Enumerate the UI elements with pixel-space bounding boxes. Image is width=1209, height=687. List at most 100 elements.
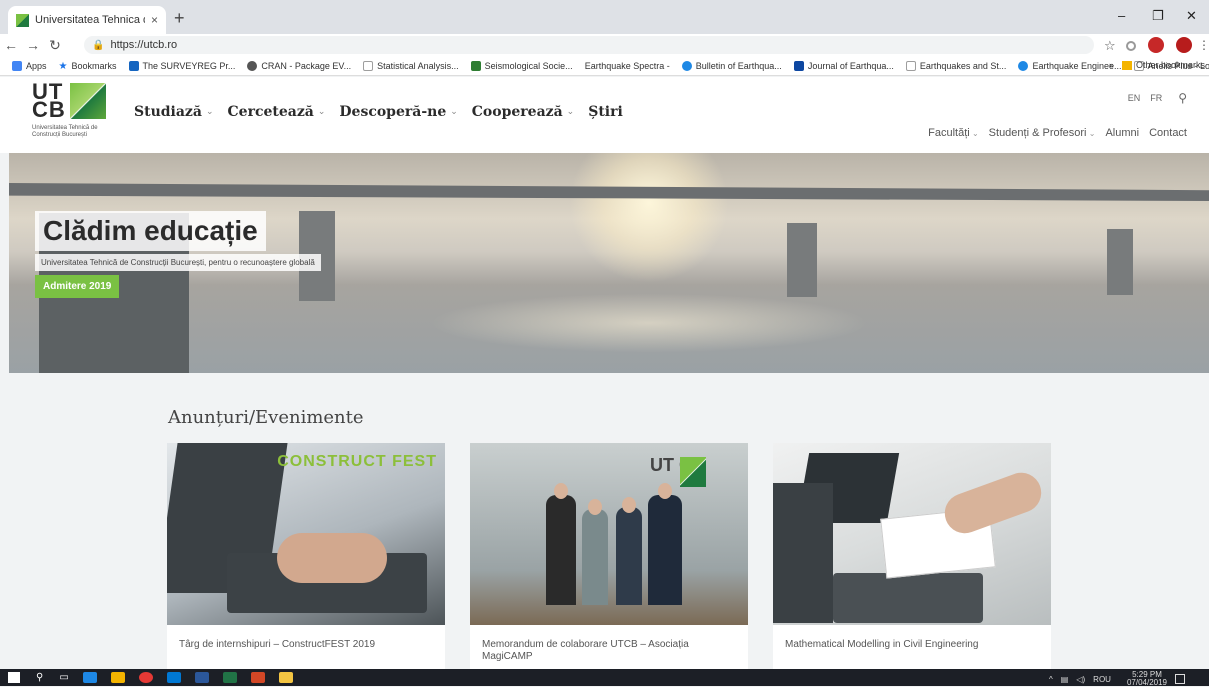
nav-cerceteaza[interactable]: Cercetează ⌄ (228, 104, 326, 120)
card-title[interactable]: Memorandum de colaborare UTCB – Asociați… (482, 639, 736, 663)
page-icon (905, 60, 916, 71)
apps-grid-icon (12, 60, 22, 71)
lock-icon: 🔒 (92, 39, 105, 51)
section-title: Anunțuri/Evenimente (168, 407, 364, 428)
bookmark-item[interactable]: Apps (12, 60, 47, 71)
announcement-card[interactable]: UT CB Memorandum de colaborare UTCB – As… (470, 443, 748, 669)
subnav-alumni[interactable]: Alumni (1105, 127, 1139, 139)
chevron-down-icon: ⌄ (317, 107, 326, 117)
card-title[interactable]: Târg de internshipuri – ConstructFEST 20… (179, 639, 433, 651)
announcement-card[interactable]: Mathematical Modelling in Civil Engineer… (773, 443, 1051, 669)
logo-subtitle: Universitatea Tehnică de Construcții Buc… (32, 125, 98, 138)
subnav-contact[interactable]: Contact (1149, 127, 1187, 139)
hero-banner: Clădim educație Universitatea Tehnică de… (9, 153, 1209, 373)
springer-favicon-icon (681, 60, 692, 71)
chevron-down-icon: ⌄ (566, 107, 575, 117)
browser-tab[interactable]: Universitatea Tehnica de Constru × (8, 6, 166, 34)
address-input[interactable]: 🔒 https://utcb.ro (84, 36, 1094, 54)
browser-menu-icon[interactable]: ⋮ (1198, 38, 1209, 54)
subnav-facultati[interactable]: Facultăți ⌄ (928, 127, 979, 139)
bookmark-item[interactable]: Earthquake Spectra - (585, 61, 670, 71)
chrome-icon[interactable] (138, 672, 153, 683)
outlook-icon[interactable] (166, 672, 181, 683)
close-tab-icon[interactable]: × (151, 13, 158, 27)
reload-icon[interactable]: ↻ (44, 37, 66, 54)
card-image: UT CB (470, 443, 748, 625)
edge-icon[interactable] (82, 672, 97, 683)
language-switcher: EN FR ⚲ (1118, 91, 1187, 105)
secondary-navigation: Facultăți ⌄ Studenți & Profesori ⌄ Alumn… (918, 127, 1187, 139)
card-title[interactable]: Mathematical Modelling in Civil Engineer… (785, 639, 1039, 651)
bookmark-item[interactable]: Journal of Earthqua... (793, 60, 894, 71)
announcement-card[interactable]: CONSTRUCT FEST Târg de internshipuri – C… (167, 443, 445, 669)
maximize-icon[interactable]: ❐ (1152, 8, 1164, 24)
water-reflection (429, 293, 869, 353)
logo-wordmark: UT CB (32, 79, 66, 122)
new-tab-button[interactable]: + (174, 8, 185, 29)
nav-studiaza[interactable]: Studiază ⌄ (134, 104, 214, 120)
lang-en[interactable]: EN (1128, 93, 1141, 103)
laptop-screen (773, 483, 833, 623)
input-language[interactable]: ROU (1093, 675, 1111, 684)
person (582, 509, 608, 605)
bookmark-item[interactable]: ★ Bookmarks (59, 61, 117, 72)
springer-favicon-icon (1018, 60, 1029, 71)
nav-stiri[interactable]: Știri (588, 104, 623, 120)
bookmarks-overflow[interactable]: » Other bookmarks (1109, 60, 1205, 70)
bookmark-item[interactable]: The SURVEYREG Pr... (128, 60, 235, 71)
lang-fr[interactable]: FR (1150, 93, 1162, 103)
search-icon[interactable]: ⚲ (36, 672, 43, 683)
card-image (773, 443, 1051, 625)
system-tray: ^ ▤ ◁) ROU 5:29 PM 07/04/2019 (1041, 671, 1185, 687)
subnav-studenti-profesori[interactable]: Studenți & Profesori ⌄ (989, 127, 1096, 139)
nav-coopereaza[interactable]: Cooperează ⌄ (472, 104, 574, 120)
bookmark-item[interactable]: Statistical Analysis... (363, 60, 459, 71)
search-icon[interactable]: ⚲ (1178, 91, 1187, 105)
bookmark-item[interactable]: Seismological Socie... (470, 60, 573, 71)
task-view-icon[interactable]: ▭ (59, 672, 68, 683)
back-arrow-icon[interactable]: ← (0, 37, 22, 53)
extension-red-icon[interactable] (1148, 37, 1164, 53)
surveyreg-favicon-icon (128, 60, 139, 71)
powerpoint-icon[interactable] (250, 672, 265, 683)
file-explorer-icon[interactable] (278, 672, 293, 683)
clock[interactable]: 5:29 PM 07/04/2019 (1119, 671, 1167, 687)
chevron-down-icon: ⌄ (450, 107, 458, 117)
person (616, 507, 642, 605)
person-head (554, 483, 568, 499)
utcb-logo[interactable]: UT CB Universitatea Tehnică de Construcți… (32, 79, 112, 143)
windows-start-icon[interactable] (8, 672, 20, 683)
bookmark-item[interactable]: CRAN - Package EV... (247, 60, 351, 71)
hero-subtitle: Universitatea Tehnică de Construcții Buc… (35, 254, 321, 271)
bookmark-item[interactable]: Earthquake Enginee... (1018, 60, 1122, 71)
notifications-icon[interactable] (1175, 674, 1185, 684)
tray-up-chevron-icon[interactable]: ^ (1049, 675, 1053, 684)
star-bookmark-icon[interactable]: ☆ (1104, 38, 1120, 54)
forward-arrow-icon[interactable]: → (22, 37, 44, 53)
page-icon (363, 60, 374, 71)
hero-sun-glow (569, 153, 729, 283)
writing-hand (939, 467, 1047, 539)
journal-favicon-icon (793, 60, 804, 71)
url-text: https://utcb.ro (110, 39, 178, 51)
person-head (622, 497, 636, 513)
network-icon[interactable]: ▤ (1061, 675, 1069, 684)
chevron-down-icon: ⌄ (205, 107, 214, 117)
nav-descopera-ne[interactable]: Descoperă-ne ⌄ (339, 104, 457, 120)
minimize-icon[interactable]: – (1118, 8, 1125, 23)
volume-icon[interactable]: ◁) (1076, 675, 1085, 684)
typing-hands (277, 533, 387, 583)
other-bookmarks-link[interactable]: Other bookmarks (1136, 60, 1205, 70)
excel-icon[interactable] (222, 672, 237, 683)
extension-circle-icon[interactable] (1126, 41, 1136, 51)
person (546, 495, 576, 605)
folder-icon (1121, 60, 1132, 70)
admission-button[interactable]: Admitere 2019 (35, 275, 120, 298)
word-icon[interactable] (194, 672, 209, 683)
bookmark-item[interactable]: Bulletin of Earthqua... (681, 60, 782, 71)
bookmark-item[interactable]: Earthquakes and St... (905, 60, 1006, 71)
store-icon[interactable] (110, 672, 125, 683)
person-head (658, 483, 672, 499)
close-window-icon[interactable]: ✕ (1186, 8, 1197, 24)
profile-avatar-icon[interactable] (1176, 37, 1192, 53)
